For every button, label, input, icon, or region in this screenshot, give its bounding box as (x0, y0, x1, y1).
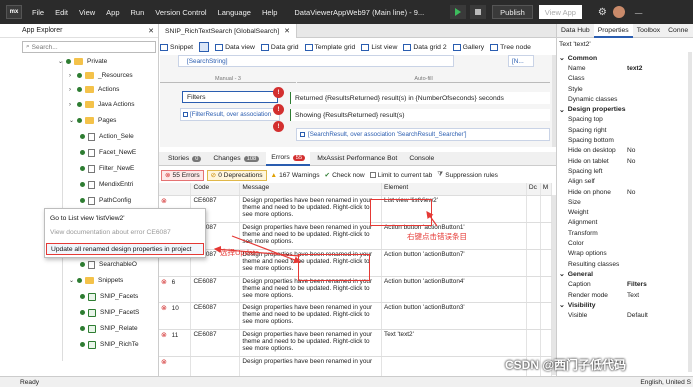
property-row[interactable]: Spacing left (557, 166, 693, 176)
property-row[interactable]: Weight (557, 208, 693, 218)
language-status[interactable]: English, United S (640, 379, 691, 386)
status-bar: Ready English, United S (0, 376, 693, 387)
property-row[interactable]: Style (557, 84, 693, 94)
property-key: Hide on desktop (568, 147, 616, 155)
arrow-to-element (426, 211, 438, 227)
property-key: Visible (568, 312, 588, 320)
property-category[interactable]: ⌄ Design properties (557, 105, 693, 115)
property-row[interactable]: Spacing top (557, 115, 693, 125)
category-label: Visibility (567, 301, 596, 309)
property-key: Weight (568, 209, 589, 217)
category-label: General (567, 270, 594, 278)
property-row[interactable]: Size (557, 197, 693, 207)
property-value: Default (627, 312, 648, 320)
property-row[interactable]: Hide on phone No (557, 187, 693, 197)
property-value: No (627, 188, 636, 196)
property-row[interactable]: Render mode Text (557, 290, 693, 300)
chevron-down-icon: ⌄ (559, 55, 565, 63)
right-tab-properties[interactable]: Properties (593, 23, 633, 38)
property-key: Alignment (568, 219, 598, 227)
property-key: Style (568, 85, 583, 93)
property-row[interactable]: Visible Default (557, 311, 693, 321)
property-key: Dynamic classes (568, 95, 618, 103)
property-row[interactable]: Wrap options (557, 249, 693, 259)
right-tab-toolbox[interactable]: Toolbox (633, 24, 664, 38)
property-row[interactable]: Name text2 (557, 63, 693, 73)
chevron-down-icon: ⌄ (559, 106, 565, 114)
csdn-watermark: CSDN @西门子低代码 (505, 358, 627, 372)
property-key: Name (568, 64, 586, 72)
annotation-right-click-text: 右键点击错误条目 (407, 232, 467, 241)
property-key: Spacing top (568, 116, 603, 124)
annotation-select-update-text: 选择Update (220, 248, 260, 257)
property-key: Hide on tablet (568, 157, 609, 165)
property-key: Size (568, 198, 581, 206)
property-row[interactable]: Color (557, 238, 693, 248)
property-key: Hide on phone (568, 188, 611, 196)
property-key: Wrap options (568, 250, 607, 258)
property-category[interactable]: ⌄ Common (557, 53, 693, 63)
property-key: Class (568, 75, 585, 83)
property-value: No (627, 157, 636, 165)
property-row[interactable]: Hide on desktop No (557, 146, 693, 156)
right-tab-data-hub[interactable]: Data Hub (557, 24, 594, 38)
property-key: Spacing right (568, 126, 607, 134)
property-row[interactable]: Dynamic classes (557, 94, 693, 104)
property-key: Transform (568, 229, 598, 237)
property-value: text2 (627, 64, 643, 72)
property-category[interactable]: ⌄ General (557, 269, 693, 279)
chevron-down-icon: ⌄ (559, 271, 565, 279)
property-row[interactable]: Transform (557, 228, 693, 238)
property-row[interactable]: Resulting classes (557, 259, 693, 269)
property-value: Text (627, 291, 640, 299)
right-panel-tabs: Data Hub Properties Toolbox Conne (557, 23, 693, 38)
property-key: Spacing bottom (568, 137, 614, 145)
property-row[interactable]: Caption Filters (557, 280, 693, 290)
property-row[interactable]: Hide on tablet No (557, 156, 693, 166)
property-row[interactable]: Spacing bottom (557, 135, 693, 145)
properties-scrollbar[interactable] (688, 52, 692, 372)
property-value: No (627, 147, 636, 155)
properties-subtitle: Text 'text2' (559, 41, 591, 48)
property-row[interactable]: Spacing right (557, 125, 693, 135)
property-category[interactable]: ⌄ Visibility (557, 300, 693, 310)
property-key: Color (568, 240, 584, 248)
property-row[interactable]: Alignment (557, 218, 693, 228)
chevron-down-icon: ⌄ (559, 302, 565, 310)
category-label: Design properties (567, 106, 626, 114)
property-key: Spacing left (568, 167, 603, 175)
property-key: Resulting classes (568, 260, 620, 268)
property-key: Align self (568, 178, 595, 186)
property-value: Filters (627, 281, 647, 289)
property-row[interactable]: Class (557, 74, 693, 84)
status-text: Ready (20, 378, 40, 386)
property-key: Caption (568, 281, 591, 289)
property-row[interactable]: Align self (557, 177, 693, 187)
category-label: Common (567, 54, 598, 62)
property-key: Render mode (568, 291, 608, 299)
right-tab-conne[interactable]: Conne (664, 24, 692, 38)
